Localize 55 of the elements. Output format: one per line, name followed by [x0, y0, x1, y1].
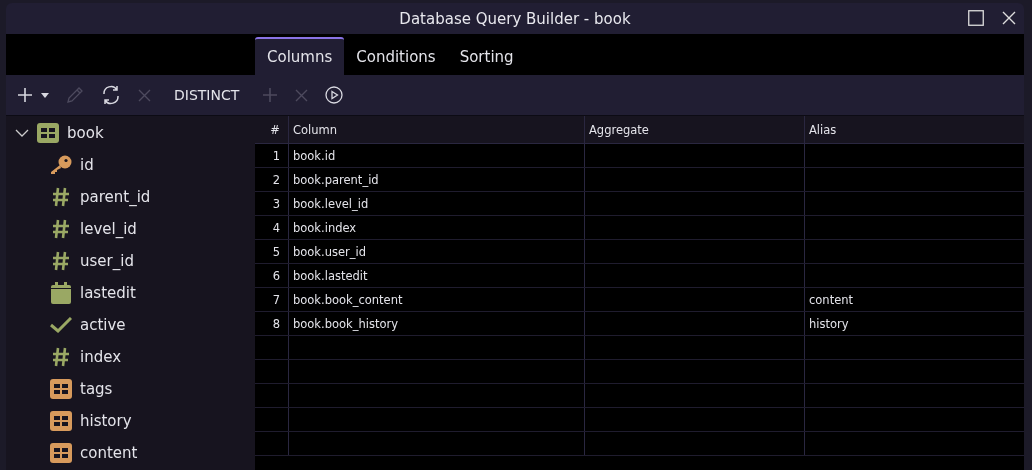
table-cell: book.user_id [289, 240, 585, 263]
table-cell: book.book_history [289, 312, 585, 335]
table-cell: history [809, 316, 849, 331]
distinct-button[interactable]: DISTINCT [168, 87, 246, 103]
grid-icon [50, 379, 72, 399]
table-icon [37, 123, 59, 143]
tree-item[interactable]: content [80, 444, 138, 462]
chevron-icon[interactable] [15, 128, 29, 138]
table-cell: book.lastedit [289, 264, 585, 287]
row-number: 1 [255, 144, 289, 167]
tab[interactable]: Conditions [344, 37, 448, 75]
row-number: 7 [255, 288, 289, 311]
table-cell: book.id [289, 144, 585, 167]
grid-icon [50, 411, 72, 431]
tree-item[interactable]: tags [80, 380, 113, 398]
column-header[interactable]: # [255, 116, 289, 143]
hash-icon [52, 347, 70, 367]
column-header[interactable]: Column [289, 116, 585, 143]
row-number: 6 [255, 264, 289, 287]
caret-icon[interactable] [41, 92, 49, 98]
row-number: 3 [255, 192, 289, 215]
table-cell: content [809, 292, 854, 307]
tree-item[interactable]: level_id [80, 220, 137, 238]
tree-item[interactable]: lastedit [80, 284, 136, 302]
hash-icon [52, 251, 70, 271]
grid-icon [50, 443, 72, 463]
column-header[interactable]: Aggregate [585, 116, 805, 143]
tree-item[interactable]: index [80, 348, 122, 366]
checkmark-icon [50, 317, 72, 333]
window-title: Database Query Builder - book [399, 9, 631, 28]
tree-item[interactable]: history [80, 412, 132, 430]
refresh-icon[interactable] [101, 85, 121, 105]
key-icon [50, 155, 72, 175]
hash-icon [52, 219, 70, 239]
row-number: 2 [255, 168, 289, 191]
table-cell: book.book_content [289, 288, 585, 311]
play-icon[interactable] [325, 86, 344, 104]
tree-item[interactable]: book [67, 124, 104, 142]
tree-item[interactable]: id [80, 156, 94, 174]
tree-item[interactable]: active [80, 316, 126, 334]
row-number: 8 [255, 312, 289, 335]
tab[interactable]: Columns [255, 37, 345, 75]
maximize-icon[interactable] [968, 10, 984, 26]
row-number: 4 [255, 216, 289, 239]
tree-item[interactable]: user_id [80, 252, 134, 270]
row-number: 5 [255, 240, 289, 263]
table-cell: book.index [289, 216, 585, 239]
tab[interactable]: Sorting [447, 37, 526, 75]
column-header[interactable]: Alias [805, 116, 1024, 143]
calendar-icon [51, 282, 71, 304]
table-cell: book.parent_id [289, 168, 585, 191]
table-cell: book.level_id [289, 192, 585, 215]
tree-item[interactable]: parent_id [80, 188, 151, 206]
hash-icon [52, 187, 70, 207]
close-icon[interactable] [1002, 11, 1016, 25]
